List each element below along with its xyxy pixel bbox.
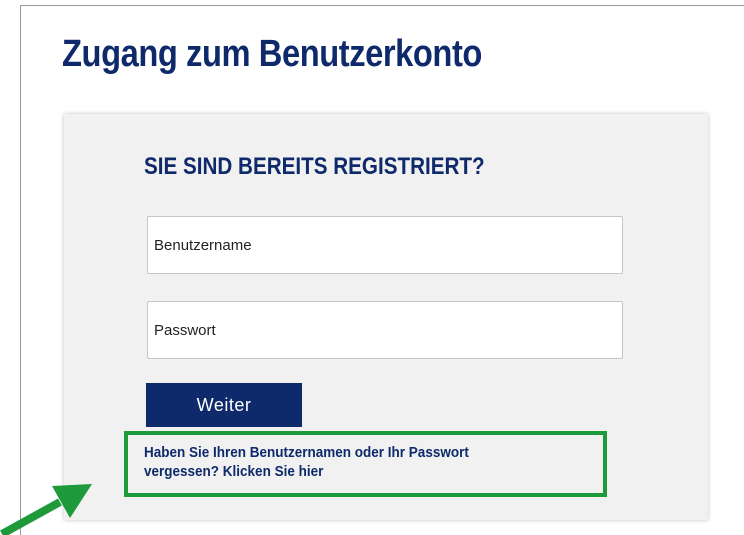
section-heading: SIE SIND BEREITS REGISTRIERT?	[144, 153, 485, 180]
forgot-link-line2: vergessen? Klicken Sie hier	[144, 463, 324, 480]
page-title: Zugang zum Benutzerkonto	[62, 33, 482, 75]
frame-top-border	[20, 5, 744, 6]
forgot-link-line1: Haben Sie Ihren Benutzernamen oder Ihr P…	[144, 444, 469, 461]
password-field[interactable]	[147, 301, 623, 359]
username-field[interactable]	[147, 216, 623, 274]
frame-left-border	[20, 5, 21, 535]
submit-button[interactable]: Weiter	[146, 383, 302, 427]
arrow-up-right-icon	[0, 484, 92, 535]
forgot-credentials-link[interactable]: Haben Sie Ihren Benutzernamen oder Ihr P…	[144, 443, 540, 481]
